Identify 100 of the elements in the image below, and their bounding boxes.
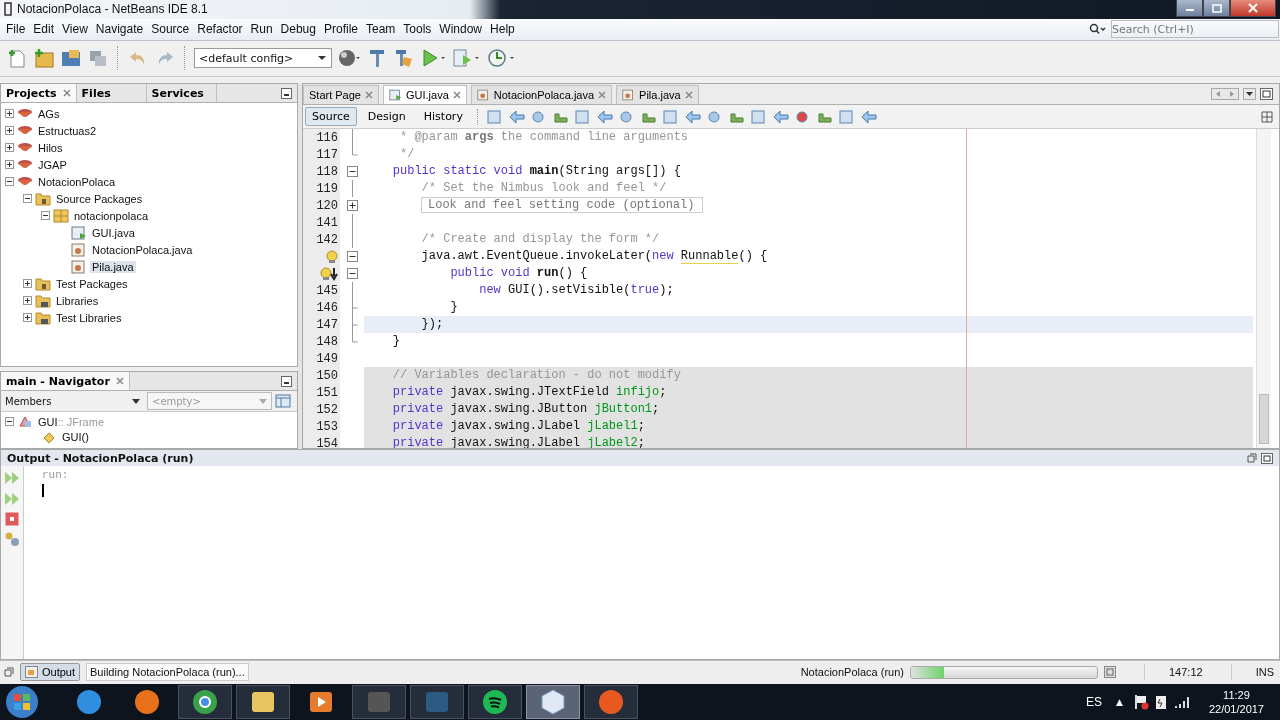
lightbulb-arrow-icon[interactable]	[320, 266, 338, 281]
expand-toggle[interactable]	[23, 194, 32, 204]
expand-toggle[interactable]	[5, 126, 14, 136]
menu-item[interactable]: Tools	[399, 22, 436, 37]
close-icon[interactable]	[62, 89, 71, 98]
tree-item[interactable]: Hilos	[36, 141, 65, 154]
view-tab[interactable]: History	[416, 107, 470, 127]
signal-icon[interactable]	[1172, 694, 1191, 710]
tree-item[interactable]: GUI:: JFrame	[36, 415, 106, 428]
menu-item[interactable]: File	[2, 22, 30, 37]
restore-icon[interactable]	[1247, 453, 1257, 464]
gears-icon[interactable]	[4, 531, 20, 548]
menu-item[interactable]: Help	[486, 22, 519, 37]
menu-item[interactable]: Profile	[320, 22, 362, 37]
maximize-panel-icon[interactable]	[1260, 88, 1273, 101]
minimize-button[interactable]	[1176, 0, 1203, 18]
stop-icon[interactable]	[5, 512, 19, 527]
tab-list-icon[interactable]	[1243, 88, 1256, 101]
expand-toggle[interactable]	[5, 177, 14, 187]
tree-item[interactable]: Pila.java	[90, 260, 136, 273]
tree-item[interactable]: Source Packages	[54, 192, 145, 205]
scrollbar[interactable]	[1256, 129, 1271, 449]
tree-item[interactable]: Estructuas2	[36, 124, 99, 137]
profile-icon[interactable]	[486, 47, 516, 70]
editor-tab[interactable]: GUI.java	[383, 85, 467, 105]
new-project-icon[interactable]	[33, 47, 55, 70]
start-orb-icon[interactable]	[4, 684, 40, 720]
expand-toggle[interactable]	[41, 211, 50, 221]
view-tab[interactable]: Source	[305, 107, 357, 127]
close-icon[interactable]	[684, 91, 693, 100]
menu-item[interactable]: Team	[362, 22, 400, 37]
tree-item[interactable]: Libraries	[54, 294, 101, 307]
prev-tool-icon[interactable]	[595, 108, 614, 125]
editor-tab[interactable]: Pila.java	[616, 85, 699, 105]
menu-item[interactable]: Refactor	[193, 22, 247, 37]
tree-item[interactable]: JGAP	[36, 158, 69, 171]
minimize-panel-icon[interactable]	[281, 87, 292, 99]
tree-item[interactable]: Test Packages	[54, 277, 130, 290]
editor-tab[interactable]: NotacionPolaca.java	[470, 85, 613, 105]
fold-toggle[interactable]	[346, 166, 358, 178]
window-title: NotacionPolaca - NetBeans IDE 8.1	[17, 2, 208, 17]
menu-item[interactable]: Edit	[29, 22, 59, 37]
menu-item[interactable]: Navigate	[91, 22, 148, 37]
tree-item[interactable]: AGs	[36, 107, 62, 120]
close-button[interactable]	[1230, 0, 1276, 18]
close-icon[interactable]	[365, 91, 373, 100]
menu-item[interactable]: Window	[435, 22, 487, 37]
panel-tab[interactable]: main - Navigator	[1, 372, 130, 391]
maximize-panel-icon[interactable]	[1261, 452, 1273, 464]
expand-toggle[interactable]	[5, 143, 14, 153]
clean-build-icon[interactable]	[393, 47, 415, 70]
tree-item[interactable]: NotacionPolaca.java	[90, 243, 195, 256]
configuration-dropdown[interactable]: <default config>	[194, 48, 332, 69]
expand-toggle[interactable]	[5, 417, 14, 427]
taskbar-app[interactable]	[236, 685, 290, 719]
fold-toggle[interactable]	[346, 268, 358, 280]
language-indicator[interactable]: ES	[1086, 695, 1102, 709]
close-icon[interactable]	[598, 91, 607, 100]
layout-icon[interactable]	[275, 394, 291, 409]
menu-item[interactable]: View	[58, 22, 92, 37]
class-file-icon	[71, 242, 87, 257]
code-line: }	[449, 299, 459, 317]
taskbar-app[interactable]	[468, 685, 522, 719]
expand-toggle[interactable]	[23, 296, 32, 306]
menu-item[interactable]: Debug	[276, 22, 320, 37]
library-icon	[35, 293, 51, 308]
expand-toggle[interactable]	[23, 313, 32, 323]
tree-item[interactable]: Test Libraries	[54, 311, 124, 324]
maximize-button[interactable]	[1203, 0, 1230, 18]
tree-item[interactable]: NotacionPolaca	[36, 175, 118, 188]
clock[interactable]: 11:29 22/01/2017	[1208, 688, 1264, 716]
expand-toggle[interactable]	[23, 279, 32, 289]
menu-item[interactable]: Source	[147, 22, 194, 37]
cancel-icon[interactable]	[1104, 666, 1116, 679]
line-number: 153	[316, 419, 338, 434]
fold-toggle[interactable]	[346, 251, 358, 263]
menu-item[interactable]: Run	[246, 22, 277, 37]
output-tab[interactable]: Output	[20, 663, 81, 682]
view-tab[interactable]: Design	[360, 107, 413, 127]
panel-tab[interactable]: Projects	[1, 84, 77, 103]
close-icon[interactable]	[115, 377, 124, 386]
search-icon[interactable]	[1089, 23, 1107, 36]
minimize-panel-icon[interactable]	[281, 375, 292, 387]
tree-item[interactable]: GUI()	[60, 430, 91, 443]
tree-item[interactable]: notacionpolaca	[72, 209, 150, 222]
tray-arrow[interactable]: ▲	[1116, 697, 1123, 707]
scroll-thumb[interactable]	[1259, 394, 1269, 445]
fold-toggle[interactable]	[346, 200, 358, 212]
expand-toggle[interactable]	[5, 160, 14, 170]
flag-icon[interactable]	[1132, 694, 1149, 710]
taskbar-app[interactable]	[178, 685, 232, 719]
restore-icon[interactable]	[4, 667, 14, 678]
close-icon[interactable]	[452, 91, 461, 100]
tree-item[interactable]: GUI.java	[90, 226, 137, 239]
new-file-icon[interactable]	[6, 47, 28, 70]
run-icon[interactable]	[420, 47, 446, 70]
expand-toggle[interactable]	[5, 109, 14, 119]
split-icon[interactable]	[1261, 110, 1273, 123]
editor-tab[interactable]: Start Page	[303, 85, 379, 105]
search-field[interactable]: Search (Ctrl+I)	[1111, 20, 1279, 39]
